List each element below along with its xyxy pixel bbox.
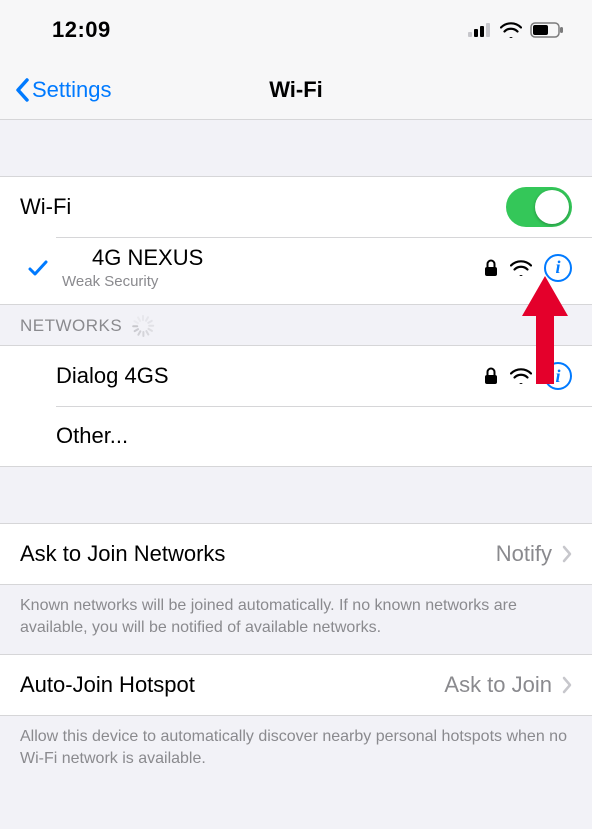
ask-join-row[interactable]: Ask to Join Networks Notify	[0, 524, 592, 584]
connected-network-row[interactable]: 4G NEXUS Weak Security i	[0, 237, 592, 304]
back-label: Settings	[32, 77, 112, 103]
connected-network-subtitle: Weak Security	[62, 273, 484, 290]
ask-join-label: Ask to Join Networks	[20, 541, 496, 567]
auto-join-footer: Allow this device to automatically disco…	[0, 716, 592, 785]
wifi-icon	[500, 22, 522, 38]
wifi-signal-icon	[510, 260, 532, 276]
status-time: 12:09	[52, 17, 111, 43]
networks-header-label: Networks	[20, 316, 122, 336]
back-button[interactable]: Settings	[14, 77, 112, 103]
network-row[interactable]: Dialog 4GS i	[0, 346, 592, 406]
loading-spinner-icon	[132, 315, 154, 337]
status-indicators	[468, 22, 564, 38]
wifi-group: Wi-Fi 4G NEXUS Weak Security i	[0, 176, 592, 305]
wifi-signal-icon	[510, 368, 532, 384]
other-network-row[interactable]: Other...	[0, 406, 592, 466]
auto-join-value: Ask to Join	[444, 672, 552, 698]
auto-join-row[interactable]: Auto-Join Hotspot Ask to Join	[0, 655, 592, 715]
wifi-toggle[interactable]	[506, 187, 572, 227]
info-icon[interactable]: i	[544, 254, 572, 282]
wifi-toggle-label: Wi-Fi	[20, 194, 506, 220]
ask-join-footer: Known networks will be joined automatica…	[0, 585, 592, 654]
chevron-right-icon	[562, 676, 572, 694]
ask-join-group: Ask to Join Networks Notify	[0, 523, 592, 585]
connected-network-name: 4G NEXUS	[62, 245, 484, 271]
networks-header: Networks	[0, 305, 592, 345]
nav-bar: Settings Wi-Fi	[0, 60, 592, 120]
auto-join-group: Auto-Join Hotspot Ask to Join	[0, 654, 592, 716]
chevron-right-icon	[562, 545, 572, 563]
status-bar: 12:09	[0, 0, 592, 60]
wifi-toggle-row: Wi-Fi	[0, 177, 592, 237]
chevron-left-icon	[14, 78, 30, 102]
other-network-label: Other...	[56, 423, 572, 449]
lock-icon	[484, 367, 498, 385]
networks-group: Dialog 4GS i Other...	[0, 345, 592, 467]
network-name: Dialog 4GS	[56, 363, 484, 389]
cellular-signal-icon	[468, 23, 492, 37]
info-icon[interactable]: i	[544, 362, 572, 390]
battery-icon	[530, 22, 564, 38]
checkmark-icon	[27, 257, 49, 279]
auto-join-label: Auto-Join Hotspot	[20, 672, 444, 698]
ask-join-value: Notify	[496, 541, 552, 567]
lock-icon	[484, 259, 498, 277]
